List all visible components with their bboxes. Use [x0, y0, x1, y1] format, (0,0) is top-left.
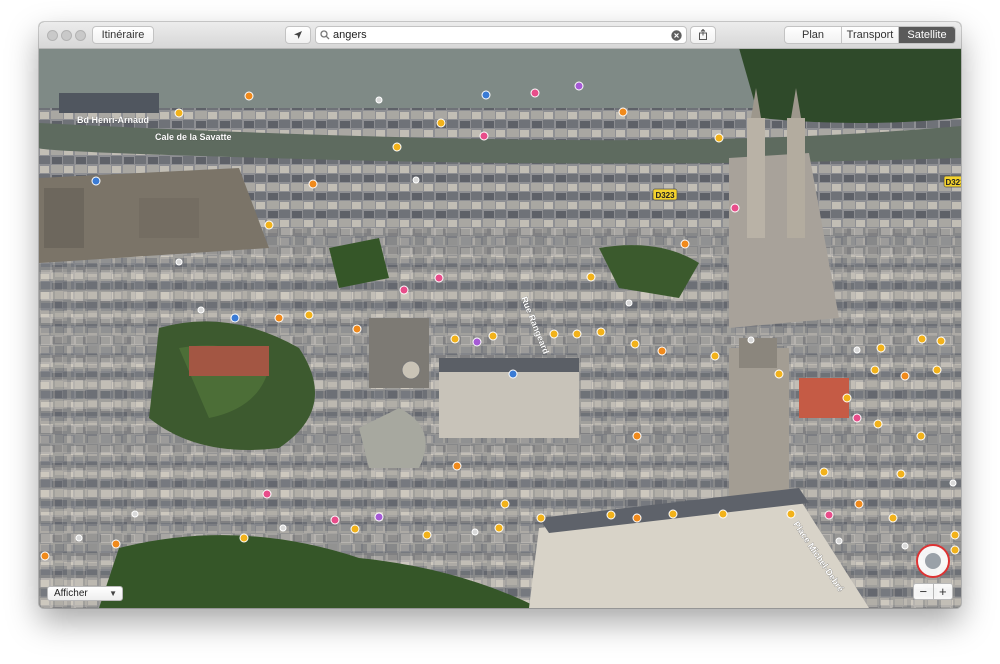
view-mode-plan[interactable]: Plan — [785, 27, 842, 43]
street-label-bd-henri-arnaud: Bd Henri-Arnaud — [77, 115, 149, 125]
maps-window: Itinéraire Plan — [39, 22, 961, 608]
search-field[interactable] — [315, 26, 687, 44]
location-arrow-icon — [294, 31, 302, 39]
minimize-window-button[interactable] — [61, 30, 72, 41]
itinerary-label: Itinéraire — [101, 29, 145, 41]
view-mode-segmented-control[interactable]: Plan Transport Satellite — [784, 26, 956, 44]
search-input[interactable] — [333, 27, 663, 43]
compass-button[interactable] — [916, 544, 950, 578]
itinerary-button[interactable]: Itinéraire — [92, 26, 154, 44]
street-label-cale-savatte: Cale de la Savatte — [155, 132, 232, 142]
search-icon — [320, 30, 330, 40]
compass-icon — [925, 553, 941, 569]
satellite-map[interactable]: Bd Henri-Arnaud Cale de la Savatte D323 … — [39, 48, 961, 608]
view-mode-transport[interactable]: Transport — [842, 27, 899, 43]
close-window-button[interactable] — [47, 30, 58, 41]
road-shield-d323-b: D323 — [943, 175, 961, 188]
afficher-dropdown[interactable]: Afficher ▼ — [47, 586, 123, 601]
road-shield-d323-a: D323 — [652, 188, 678, 201]
zoom-in-button[interactable]: + — [934, 584, 953, 599]
share-icon — [699, 28, 707, 40]
view-mode-satellite[interactable]: Satellite — [899, 27, 955, 43]
titlebar: Itinéraire Plan — [39, 22, 961, 49]
zoom-out-button[interactable]: − — [914, 584, 934, 599]
road-shield-d323-a-label: D323 — [655, 191, 675, 200]
road-shield-d323-b-label: D323 — [945, 178, 961, 187]
zoom-control[interactable]: − + — [913, 583, 953, 600]
clear-circle-icon[interactable] — [671, 30, 682, 41]
share-button[interactable] — [690, 26, 716, 44]
zoom-window-button[interactable] — [75, 30, 86, 41]
current-location-button[interactable] — [285, 26, 311, 44]
afficher-label: Afficher — [54, 588, 88, 599]
chevron-down-icon: ▼ — [109, 589, 117, 598]
